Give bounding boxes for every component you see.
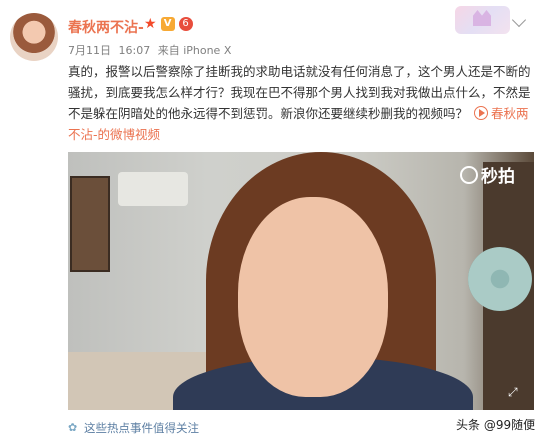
wall-picture	[70, 176, 110, 272]
chevron-down-icon[interactable]	[511, 12, 527, 28]
video-player[interactable]: 秒拍 ⤢	[68, 152, 534, 410]
vip-icon: V	[160, 17, 175, 31]
post-text: 真的，报警以后警察除了挂断我的求助电话就没有任何消息了，这个男人还是不断的骚扰，…	[68, 61, 538, 145]
play-icon	[474, 106, 488, 120]
hotspot-icon: ✿	[68, 421, 78, 434]
level-badge: 6	[178, 17, 193, 31]
post-time[interactable]: 16:07	[119, 44, 151, 57]
avatar[interactable]	[10, 13, 58, 61]
author-name[interactable]: 春秋两不沾-	[68, 17, 144, 37]
watermark-label: 秒拍	[481, 167, 515, 187]
air-conditioner	[118, 172, 188, 206]
video-watermark: 秒拍	[460, 162, 515, 187]
card-decoration	[455, 6, 510, 34]
post-date[interactable]: 7月11日	[68, 44, 111, 57]
fullscreen-icon[interactable]: ⤢	[508, 386, 520, 398]
post-meta: 7月11日 16:07 来自 iPhone X	[68, 42, 235, 58]
watermark-icon	[460, 165, 478, 184]
post-text-content: 真的，报警以后警察除了挂断我的求助电话就没有任何消息了，这个男人还是不断的骚扰，…	[68, 64, 531, 121]
source-watermark: 头条 @99随便	[456, 418, 536, 432]
post-source: 来自 iPhone X	[157, 44, 232, 57]
hot-topics-link[interactable]: 这些热点事件值得关注	[84, 420, 199, 436]
star-icon: ★	[144, 16, 157, 32]
author-badges: ★ V 6	[144, 16, 193, 32]
fan	[468, 247, 532, 311]
person-face	[238, 197, 388, 397]
